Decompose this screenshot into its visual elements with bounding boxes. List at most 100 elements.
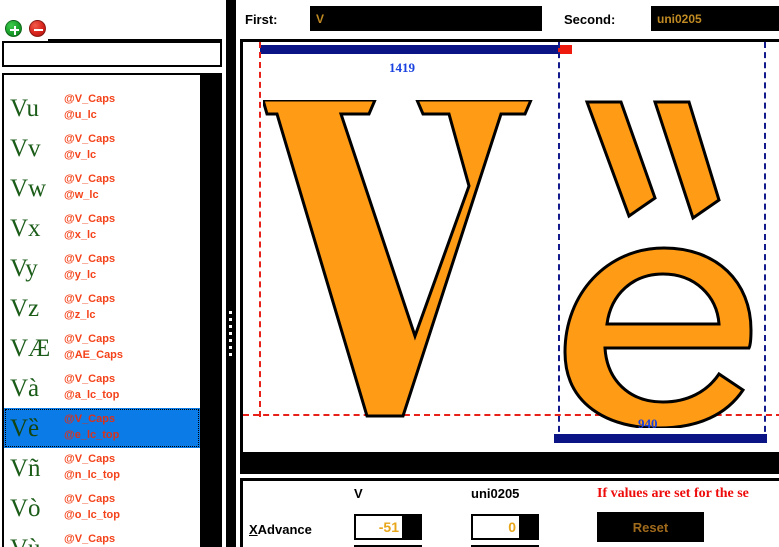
pair-first-class: @V_Caps xyxy=(64,213,116,226)
minus-icon xyxy=(34,29,43,31)
pair-glyph-preview: Vù xyxy=(10,536,64,547)
pair-second-class: @AE_Caps xyxy=(64,349,124,361)
pair-list-item[interactable]: Vx @V_Caps @x_lc xyxy=(4,208,200,248)
pair-glyph-preview: Vu xyxy=(10,94,40,122)
first-advance-bar xyxy=(260,45,558,54)
pair-first-class: @V_Caps xyxy=(64,133,116,146)
pair-list-item[interactable]: Và @V_Caps @a_lc_top xyxy=(4,368,200,408)
pair-first-class: @V_Caps xyxy=(64,93,116,106)
pair-glyph-preview: Vñ xyxy=(10,454,41,482)
pair-second-class: @v_lc xyxy=(64,149,97,161)
second-advance-value: 940 xyxy=(638,416,658,431)
metrics-column-first: V xyxy=(354,486,363,501)
first-xadvance-value[interactable]: -51 xyxy=(356,516,402,538)
pair-glyph-preview: Và xyxy=(10,374,40,402)
first-glyph-field[interactable]: V xyxy=(310,6,542,31)
pair-first-class: @V_Caps xyxy=(64,333,116,346)
pair-filter-box[interactable] xyxy=(2,41,222,67)
pair-second-class: @y_lc xyxy=(64,269,97,281)
xadvance-rest: Advance xyxy=(257,522,312,537)
pair-list-item[interactable]: Vu @V_Caps @u_lc xyxy=(4,88,200,128)
pair-second-class: @o_lc_top xyxy=(64,509,120,521)
glyph-preview-canvas[interactable]: 1419 940 xyxy=(240,39,779,452)
pair-second-class: @x_lc xyxy=(64,229,97,241)
pair-list-item[interactable]: Vy @V_Caps @y_lc xyxy=(4,248,200,288)
second-xadvance-spin-arrows-icon[interactable] xyxy=(519,516,537,538)
pair-header: First: V Second: uni0205 xyxy=(236,0,779,37)
pair-class-names: @V_Caps @z_lc xyxy=(64,292,115,323)
pair-glyph-preview: Vx xyxy=(10,214,41,242)
pair-second-class: @n_lc_top xyxy=(64,469,120,481)
splitter-grip-icon xyxy=(229,311,233,359)
kerning-editor-window: Vu @V_Caps @u_lc Vv @V_Caps @v_lc Vw @V_Caps @w_… xyxy=(0,0,779,547)
pair-first-class: @V_Caps xyxy=(64,293,116,306)
pair-class-names: @V_Caps@u_lc_top xyxy=(64,532,120,547)
metrics-panel: V uni0205 XAdvance -51 0 If values are s… xyxy=(240,478,779,547)
pair-second-class: @e_lc_top xyxy=(64,429,120,441)
pair-class-names: @V_Caps @a_lc_top xyxy=(64,372,119,403)
pair-list-scrollbar[interactable] xyxy=(200,75,220,547)
xadvance-row-label: XAdvance xyxy=(249,522,312,537)
pair-list-item[interactable]: Vñ @V_Caps @n_lc_top xyxy=(4,448,200,488)
pair-class-names: @V_Caps @w_lc xyxy=(64,172,115,203)
plus-icon-vertical xyxy=(13,25,16,35)
pair-glyph-preview: Vy xyxy=(10,254,38,282)
second-advance-bar xyxy=(554,434,767,443)
pair-glyph-preview: Vȅ xyxy=(10,414,40,442)
pair-class-names: @V_Caps @v_lc xyxy=(64,132,115,163)
first-advance-value: 1419 xyxy=(389,60,415,75)
pair-list[interactable]: Vu @V_Caps @u_lc Vv @V_Caps @v_lc Vw @V_Caps @w_… xyxy=(4,88,200,547)
pair-class-names: @V_Caps @e_lc_top xyxy=(64,412,119,443)
pair-second-class: @a_lc_top xyxy=(64,389,120,401)
right-panel: First: V Second: uni0205 1419 940 V uni0… xyxy=(236,0,779,547)
pair-second-class: @w_lc xyxy=(64,189,99,201)
second-xadvance-stepper[interactable]: 0 xyxy=(471,514,539,540)
first-xadvance-spin-arrows-icon[interactable] xyxy=(402,516,420,538)
first-glyph-label: First: xyxy=(245,12,278,27)
first-glyph-outline[interactable] xyxy=(263,100,543,420)
pair-list-item[interactable]: Vw @V_Caps @w_lc xyxy=(4,168,200,208)
first-xadvance-stepper[interactable]: -51 xyxy=(354,514,422,540)
pair-list-item[interactable]: Vù@V_Caps@u_lc_top xyxy=(4,528,200,547)
pair-list-item[interactable]: Vz @V_Caps @z_lc xyxy=(4,288,200,328)
second-glyph-outline[interactable] xyxy=(559,98,769,428)
second-glyph-field[interactable]: uni0205 xyxy=(651,6,779,31)
first-advance-bar-handle[interactable] xyxy=(558,45,572,54)
metrics-column-second: uni0205 xyxy=(471,486,520,501)
canvas-status-strip xyxy=(240,452,779,474)
left-panel: Vu @V_Caps @u_lc Vv @V_Caps @v_lc Vw @V_Caps @w_… xyxy=(0,0,222,547)
pair-class-names: @V_Caps @n_lc_top xyxy=(64,452,120,483)
xadvance-mnemonic: X xyxy=(249,522,258,537)
pair-list-frame: Vu @V_Caps @u_lc Vv @V_Caps @v_lc Vw @V_Caps @w_… xyxy=(2,73,222,547)
pair-list-item[interactable]: Vȅ @V_Caps @e_lc_top xyxy=(4,408,200,448)
pair-list-item[interactable]: Vò @V_Caps @o_lc_top xyxy=(4,488,200,528)
pair-list-toolbar xyxy=(0,0,222,40)
panel-splitter[interactable] xyxy=(226,0,236,547)
pair-class-names: @V_Caps @u_lc xyxy=(64,92,115,123)
add-pair-button[interactable] xyxy=(5,20,22,37)
pair-second-class: @z_lc xyxy=(64,309,96,321)
second-xadvance-value[interactable]: 0 xyxy=(473,516,519,538)
pair-first-class: @V_Caps xyxy=(64,373,116,386)
pair-class-names: @V_Caps @o_lc_top xyxy=(64,492,120,523)
pair-glyph-preview: Vz xyxy=(10,294,40,322)
pair-first-class: @V_Caps xyxy=(64,453,116,466)
pair-glyph-preview: Vv xyxy=(10,134,41,162)
pair-class-names: @V_Caps @AE_Caps xyxy=(64,332,123,363)
metrics-warning-text: If values are set for the se xyxy=(597,486,749,501)
origin-guide-line xyxy=(259,42,261,417)
pair-filter-input[interactable] xyxy=(4,43,220,65)
pair-list-item[interactable]: Vv @V_Caps @v_lc xyxy=(4,128,200,168)
reset-button[interactable]: Reset xyxy=(597,512,704,542)
pair-first-class: @V_Caps xyxy=(64,493,116,506)
pair-list-scrollbar-thumb[interactable] xyxy=(200,75,220,547)
pair-first-class: @V_Caps xyxy=(64,173,116,186)
pair-second-class: @u_lc xyxy=(64,109,97,121)
pair-class-names: @V_Caps @x_lc xyxy=(64,212,115,243)
second-glyph-label: Second: xyxy=(564,12,616,27)
pair-list-item[interactable]: VÆ @V_Caps @AE_Caps xyxy=(4,328,200,368)
pair-first-class: @V_Caps xyxy=(64,533,116,546)
pair-first-class: @V_Caps xyxy=(64,253,116,266)
remove-pair-button[interactable] xyxy=(29,20,46,37)
pair-glyph-preview: Vò xyxy=(10,494,41,522)
